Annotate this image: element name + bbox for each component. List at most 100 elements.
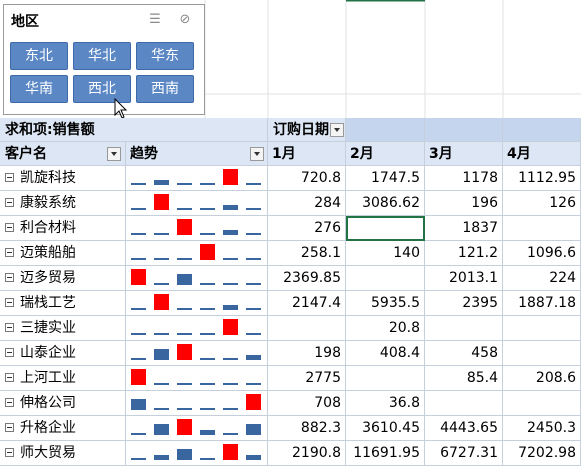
customer-name[interactable]: 迈策船舶 xyxy=(0,241,126,266)
value-cell[interactable]: 85.4 xyxy=(425,366,503,391)
sparkline-cell[interactable] xyxy=(126,391,268,416)
collapse-icon[interactable] xyxy=(5,298,14,307)
customer-name[interactable]: 山泰企业 xyxy=(0,341,126,366)
collapse-icon[interactable] xyxy=(5,173,14,182)
row-filter-dropdown-icon[interactable] xyxy=(107,147,121,161)
value-cell[interactable] xyxy=(346,266,425,291)
slicer-item-huanan[interactable]: 华南 xyxy=(10,75,68,103)
value-cell[interactable]: 2369.85 xyxy=(268,266,346,291)
value-cell[interactable] xyxy=(346,216,425,241)
value-cell[interactable]: 1178 xyxy=(425,166,503,191)
value-cell[interactable]: 408.4 xyxy=(346,341,425,366)
value-cell[interactable]: 20.8 xyxy=(346,316,425,341)
value-cell[interactable]: 3610.45 xyxy=(346,416,425,441)
collapse-icon[interactable] xyxy=(5,323,14,332)
collapse-icon[interactable] xyxy=(5,273,14,282)
collapse-icon[interactable] xyxy=(5,198,14,207)
customer-name[interactable]: 瑞栈工艺 xyxy=(0,291,126,316)
value-cell[interactable]: 1837 xyxy=(425,216,503,241)
value-cell[interactable]: 198 xyxy=(268,341,346,366)
value-cell[interactable]: 1096.6 xyxy=(503,241,581,266)
region-slicer[interactable]: 地区 ☰ ⊘ 东北 华北 华东 华南 西北 西南 xyxy=(3,4,205,115)
value-cell[interactable] xyxy=(503,316,581,341)
customer-name[interactable]: 上河工业 xyxy=(0,366,126,391)
value-cell[interactable]: 5935.5 xyxy=(346,291,425,316)
value-cell[interactable]: 1887.18 xyxy=(503,291,581,316)
customer-name[interactable]: 升格企业 xyxy=(0,416,126,441)
sparkline-cell[interactable] xyxy=(126,316,268,341)
slicer-item-dongbei[interactable]: 东北 xyxy=(10,42,68,70)
trend-header[interactable]: 趋势 xyxy=(126,142,268,166)
value-cell[interactable]: 276 xyxy=(268,216,346,241)
value-cell[interactable]: 126 xyxy=(503,191,581,216)
sparkline-cell[interactable] xyxy=(126,241,268,266)
value-cell[interactable] xyxy=(346,366,425,391)
value-cell[interactable]: 1112.95 xyxy=(503,166,581,191)
customer-name[interactable]: 利合材料 xyxy=(0,216,126,241)
collapse-icon[interactable] xyxy=(5,248,14,257)
row-field-header[interactable]: 客户名 xyxy=(0,142,126,166)
value-cell[interactable]: 258.1 xyxy=(268,241,346,266)
value-cell[interactable]: 882.3 xyxy=(268,416,346,441)
value-cell[interactable]: 196 xyxy=(425,191,503,216)
customer-name[interactable]: 康毅系统 xyxy=(0,191,126,216)
sparkline-cell[interactable] xyxy=(126,416,268,441)
value-cell[interactable]: 2775 xyxy=(268,366,346,391)
customer-name[interactable]: 伸格公司 xyxy=(0,391,126,416)
value-cell[interactable] xyxy=(503,391,581,416)
value-cell[interactable]: 708 xyxy=(268,391,346,416)
value-cell[interactable] xyxy=(503,341,581,366)
sparkline-cell[interactable] xyxy=(126,166,268,191)
value-cell[interactable]: 458 xyxy=(425,341,503,366)
value-cell[interactable]: 36.8 xyxy=(346,391,425,416)
value-cell[interactable]: 1747.5 xyxy=(346,166,425,191)
collapse-icon[interactable] xyxy=(5,223,14,232)
collapse-icon[interactable] xyxy=(5,348,14,357)
value-field-header[interactable]: 求和项:销售额 xyxy=(0,118,268,142)
customer-name[interactable]: 凯旋科技 xyxy=(0,166,126,191)
value-cell[interactable]: 4443.65 xyxy=(425,416,503,441)
multiselect-icon[interactable]: ☰ xyxy=(146,12,164,28)
value-cell[interactable] xyxy=(425,316,503,341)
value-cell[interactable]: 3086.62 xyxy=(346,191,425,216)
value-cell[interactable]: 2450.3 xyxy=(503,416,581,441)
value-cell[interactable]: 284 xyxy=(268,191,346,216)
collapse-icon[interactable] xyxy=(5,373,14,382)
customer-name[interactable]: 迈多贸易 xyxy=(0,266,126,291)
value-cell[interactable]: 2190.8 xyxy=(268,441,346,466)
sparkline-cell[interactable] xyxy=(126,291,268,316)
sparkline-cell[interactable] xyxy=(126,191,268,216)
slicer-item-huabei[interactable]: 华北 xyxy=(73,42,131,70)
value-cell[interactable]: 7202.98 xyxy=(503,441,581,466)
value-cell[interactable]: 11691.95 xyxy=(346,441,425,466)
column-field-header[interactable]: 订购日期 xyxy=(268,118,346,142)
value-cell[interactable] xyxy=(425,391,503,416)
value-cell[interactable]: 2147.4 xyxy=(268,291,346,316)
collapse-icon[interactable] xyxy=(5,398,14,407)
collapse-icon[interactable] xyxy=(5,423,14,432)
sparkline-cell[interactable] xyxy=(126,266,268,291)
clear-filter-icon[interactable]: ⊘ xyxy=(176,12,194,28)
value-cell[interactable]: 208.6 xyxy=(503,366,581,391)
sparkline-cell[interactable] xyxy=(126,216,268,241)
collapse-icon[interactable] xyxy=(5,448,14,457)
sparkline-cell[interactable] xyxy=(126,366,268,391)
pivot-table[interactable]: 求和项:销售额 订购日期 客户名 趋势 1月 2月 3月 4月 凯旋科技 720.… xyxy=(0,118,581,466)
value-cell[interactable] xyxy=(503,216,581,241)
customer-name[interactable]: 三捷实业 xyxy=(0,316,126,341)
slicer-item-huadong[interactable]: 华东 xyxy=(136,42,194,70)
value-cell[interactable]: 140 xyxy=(346,241,425,266)
value-cell[interactable]: 2395 xyxy=(425,291,503,316)
customer-name[interactable]: 师大贸易 xyxy=(0,441,126,466)
sparkline-cell[interactable] xyxy=(126,341,268,366)
value-cell[interactable]: 2013.1 xyxy=(425,266,503,291)
value-cell[interactable]: 224 xyxy=(503,266,581,291)
value-cell[interactable]: 6727.31 xyxy=(425,441,503,466)
slicer-item-xinan[interactable]: 西南 xyxy=(136,75,194,103)
value-cell[interactable]: 720.8 xyxy=(268,166,346,191)
value-cell[interactable] xyxy=(268,316,346,341)
trend-dropdown-icon[interactable] xyxy=(250,147,264,161)
sparkline-cell[interactable] xyxy=(126,441,268,466)
column-filter-dropdown-icon[interactable] xyxy=(330,123,344,137)
value-cell[interactable]: 121.2 xyxy=(425,241,503,266)
